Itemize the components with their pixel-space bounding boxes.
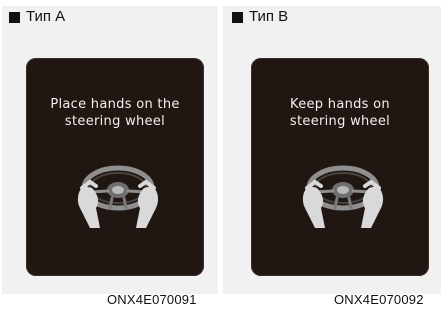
image-code: ONX4E070092 bbox=[334, 292, 424, 307]
square-bullet-icon bbox=[9, 11, 20, 23]
panel-type-b: Тип B Keep hands on steering wheel ONX4E… bbox=[223, 0, 441, 312]
square-bullet-icon bbox=[232, 11, 243, 23]
display-message-line-2: steering wheel bbox=[64, 114, 166, 129]
panel-heading-label: Тип B bbox=[249, 8, 289, 25]
panel-heading: Тип B bbox=[232, 9, 288, 25]
panel-heading: Тип A bbox=[9, 9, 65, 25]
hands-on-steering-wheel-icon bbox=[77, 165, 159, 228]
image-code: ONX4E070091 bbox=[107, 292, 197, 307]
hands-on-steering-wheel-icon bbox=[302, 165, 384, 228]
display-message-line-1: Keep hands on bbox=[290, 97, 390, 112]
display-message-line-1: Place hands on the bbox=[50, 97, 180, 112]
display-message: Keep hands on steering wheel bbox=[251, 96, 429, 130]
panel-type-a: Тип A Place hands on the steering wheel … bbox=[0, 0, 218, 312]
cluster-display: Keep hands on steering wheel bbox=[251, 58, 429, 276]
panel-heading-label: Тип A bbox=[26, 8, 66, 25]
display-message: Place hands on the steering wheel bbox=[26, 96, 204, 130]
display-message-line-2: steering wheel bbox=[289, 114, 391, 129]
cluster-display: Place hands on the steering wheel bbox=[26, 58, 204, 276]
